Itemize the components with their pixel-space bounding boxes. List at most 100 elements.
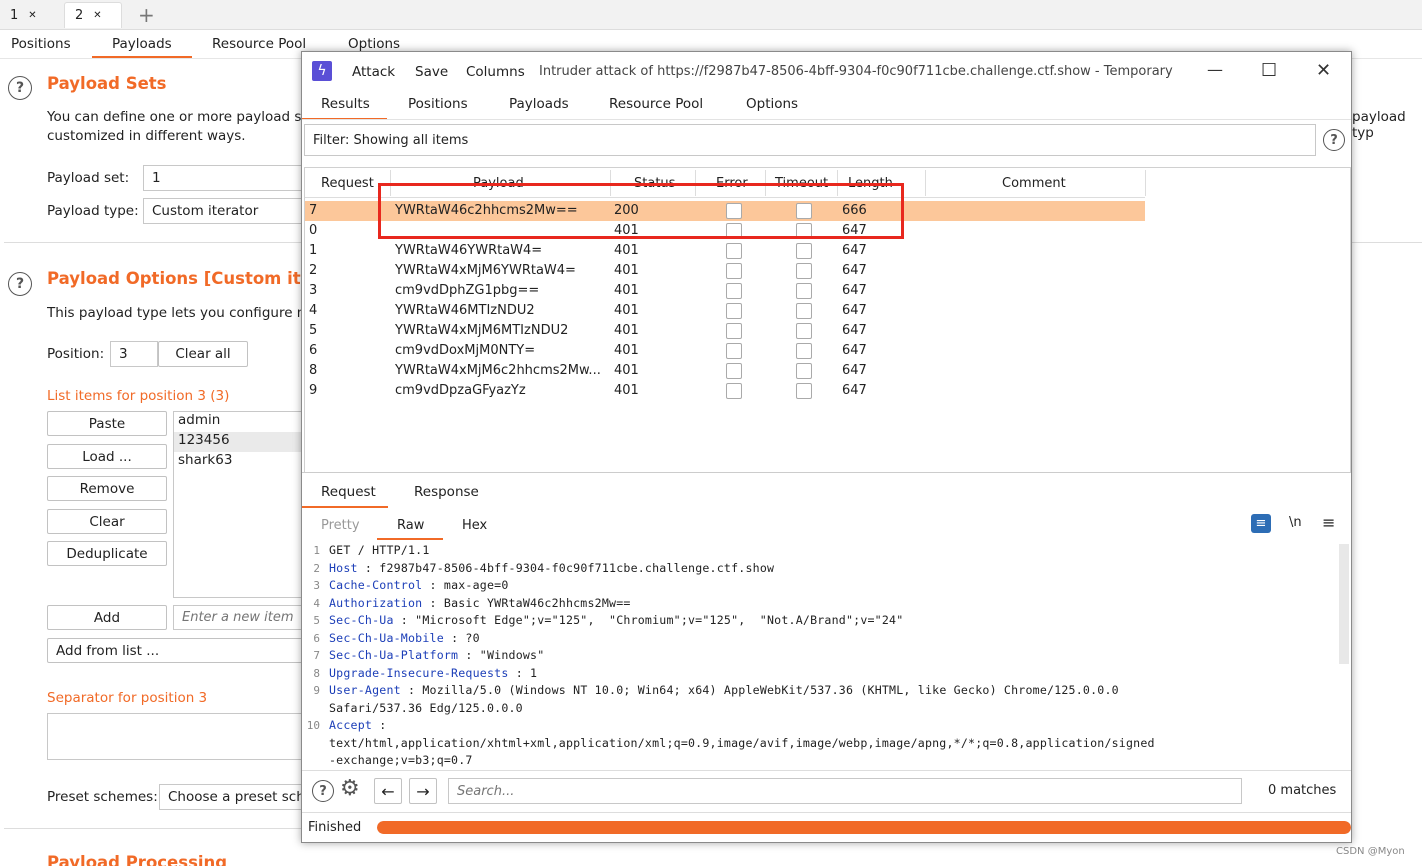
search-input[interactable] (448, 778, 1242, 804)
cell-request: 9 (309, 383, 318, 398)
timeout-checkbox[interactable] (796, 263, 812, 279)
header-value: : 1 (508, 665, 538, 680)
clear-button[interactable]: Clear (47, 509, 167, 534)
cell-length: 647 (842, 263, 867, 278)
timeout-checkbox[interactable] (796, 303, 812, 319)
tab-request[interactable]: Request (302, 484, 388, 508)
help-icon[interactable]: ? (8, 76, 32, 100)
minimize-icon[interactable]: — (1207, 60, 1223, 79)
payload-set-select[interactable]: 1 (143, 165, 303, 191)
matches-count: 0 matches (1268, 783, 1337, 798)
table-row[interactable]: 2 YWRtaW4xMjM6YWRtaW4= 401 647 (305, 261, 1145, 281)
table-row[interactable]: 8 YWRtaW4xMjM6c2hhcms2Mw... 401 647 (305, 361, 1145, 381)
list-item[interactable]: 123456 (174, 432, 302, 452)
col-request[interactable]: Request (321, 176, 374, 191)
menu-columns[interactable]: Columns (466, 64, 525, 80)
newline-icon[interactable]: \n (1289, 515, 1302, 530)
tab-pretty[interactable]: Pretty (321, 518, 360, 533)
separator-input[interactable] (47, 713, 303, 760)
list-items-title: List items for position 3 (3) (47, 388, 230, 404)
tab-positions[interactable]: Positions (408, 96, 468, 112)
timeout-checkbox[interactable] (796, 363, 812, 379)
table-row[interactable]: 5 YWRtaW4xMjM6MTIzNDU2 401 647 (305, 321, 1145, 341)
tab-positions[interactable]: Positions (11, 36, 71, 52)
help-icon[interactable]: ? (312, 780, 334, 802)
cell-length: 647 (842, 323, 867, 338)
tab-options[interactable]: Options (746, 96, 798, 112)
tab-options[interactable]: Options (348, 36, 400, 52)
menu-save[interactable]: Save (415, 64, 448, 80)
cell-length: 647 (842, 303, 867, 318)
table-row[interactable]: 9 cm9vdDpzaGFyazYz 401 647 (305, 381, 1145, 401)
payload-list[interactable]: admin 123456 shark63 (173, 411, 303, 598)
col-comment[interactable]: Comment (1002, 176, 1066, 191)
cell-request: 5 (309, 323, 318, 338)
menu-attack[interactable]: Attack (352, 64, 395, 80)
maximize-icon[interactable]: ☐ (1261, 60, 1277, 81)
header-value: : max-age=0 (422, 578, 509, 592)
list-item[interactable]: shark63 (174, 452, 302, 472)
error-checkbox[interactable] (726, 383, 742, 399)
list-item[interactable]: admin (174, 412, 302, 432)
raw-line: 3 Cache-Control : max-age=0 (302, 577, 1340, 595)
deduplicate-button[interactable]: Deduplicate (47, 541, 167, 566)
table-row[interactable]: 4 YWRtaW46MTIzNDU2 401 647 (305, 301, 1145, 321)
tab-resource-pool[interactable]: Resource Pool (609, 96, 703, 112)
help-icon[interactable]: ? (8, 272, 32, 296)
close-icon[interactable]: ✕ (1316, 60, 1331, 81)
error-checkbox[interactable] (726, 283, 742, 299)
tab-2[interactable]: 2 ✕ (64, 2, 122, 28)
timeout-checkbox[interactable] (796, 243, 812, 259)
raw-line: 1 GET / HTTP/1.1 (302, 542, 1340, 560)
help-icon[interactable]: ? (1323, 129, 1345, 151)
error-checkbox[interactable] (726, 343, 742, 359)
tab-resource-pool[interactable]: Resource Pool (212, 36, 306, 52)
position-select[interactable]: 3 (110, 341, 158, 367)
add-from-list-select[interactable]: Add from list ... (47, 638, 303, 663)
payload-type-select[interactable]: Custom iterator (143, 198, 303, 224)
table-row[interactable]: 1 YWRtaW46YWRtaW4= 401 647 (305, 241, 1145, 261)
error-checkbox[interactable] (726, 263, 742, 279)
forward-arrow-icon[interactable]: → (409, 778, 437, 804)
paste-button[interactable]: Paste (47, 411, 167, 436)
raw-line: 6 Sec-Ch-Ua-Mobile : ?0 (302, 630, 1340, 648)
header-name: User-Agent (329, 683, 401, 697)
tab-response[interactable]: Response (414, 484, 479, 500)
cell-status: 401 (614, 343, 639, 358)
table-row[interactable]: 3 cm9vdDphZG1pbg== 401 647 (305, 281, 1145, 301)
cell-payload: YWRtaW4xMjM6YWRtaW4= (395, 263, 576, 278)
new-item-input[interactable] (173, 605, 303, 630)
filter-bar[interactable]: Filter: Showing all items (304, 124, 1316, 156)
error-checkbox[interactable] (726, 323, 742, 339)
error-checkbox[interactable] (726, 303, 742, 319)
add-tab-button[interactable]: + (138, 3, 155, 27)
cell-request: 1 (309, 243, 318, 258)
load-button[interactable]: Load ... (47, 444, 167, 469)
menu-icon[interactable]: ≡ (1322, 513, 1335, 532)
timeout-checkbox[interactable] (796, 323, 812, 339)
timeout-checkbox[interactable] (796, 343, 812, 359)
clear-all-button[interactable]: Clear all (158, 341, 248, 367)
error-checkbox[interactable] (726, 363, 742, 379)
preset-select[interactable]: Choose a preset sch (159, 784, 303, 810)
tab-1[interactable]: 1 ✕ (0, 2, 52, 28)
gear-icon[interactable]: ⚙ (340, 776, 360, 801)
close-icon[interactable]: ✕ (28, 10, 36, 21)
back-arrow-icon[interactable]: ← (374, 778, 402, 804)
timeout-checkbox[interactable] (796, 383, 812, 399)
remove-button[interactable]: Remove (47, 476, 167, 501)
tab-raw[interactable]: Raw (377, 518, 443, 540)
table-row[interactable]: 6 cm9vdDoxMjM0NTY= 401 647 (305, 341, 1145, 361)
timeout-checkbox[interactable] (796, 283, 812, 299)
error-checkbox[interactable] (726, 243, 742, 259)
raw-editor[interactable]: 1 GET / HTTP/1.1 2 Host : f2987b47-8506-4bf… (302, 542, 1340, 770)
tab-results[interactable]: Results (302, 96, 387, 120)
scrollbar[interactable] (1339, 544, 1349, 664)
tab-payloads[interactable]: Payloads (509, 96, 569, 112)
tab-payloads[interactable]: Payloads (92, 36, 192, 58)
close-icon[interactable]: ✕ (93, 10, 101, 21)
add-button[interactable]: Add (47, 605, 167, 630)
wrap-lines-icon[interactable]: ≡ (1251, 514, 1271, 533)
tab-hex[interactable]: Hex (462, 518, 487, 533)
divider (1352, 242, 1422, 243)
